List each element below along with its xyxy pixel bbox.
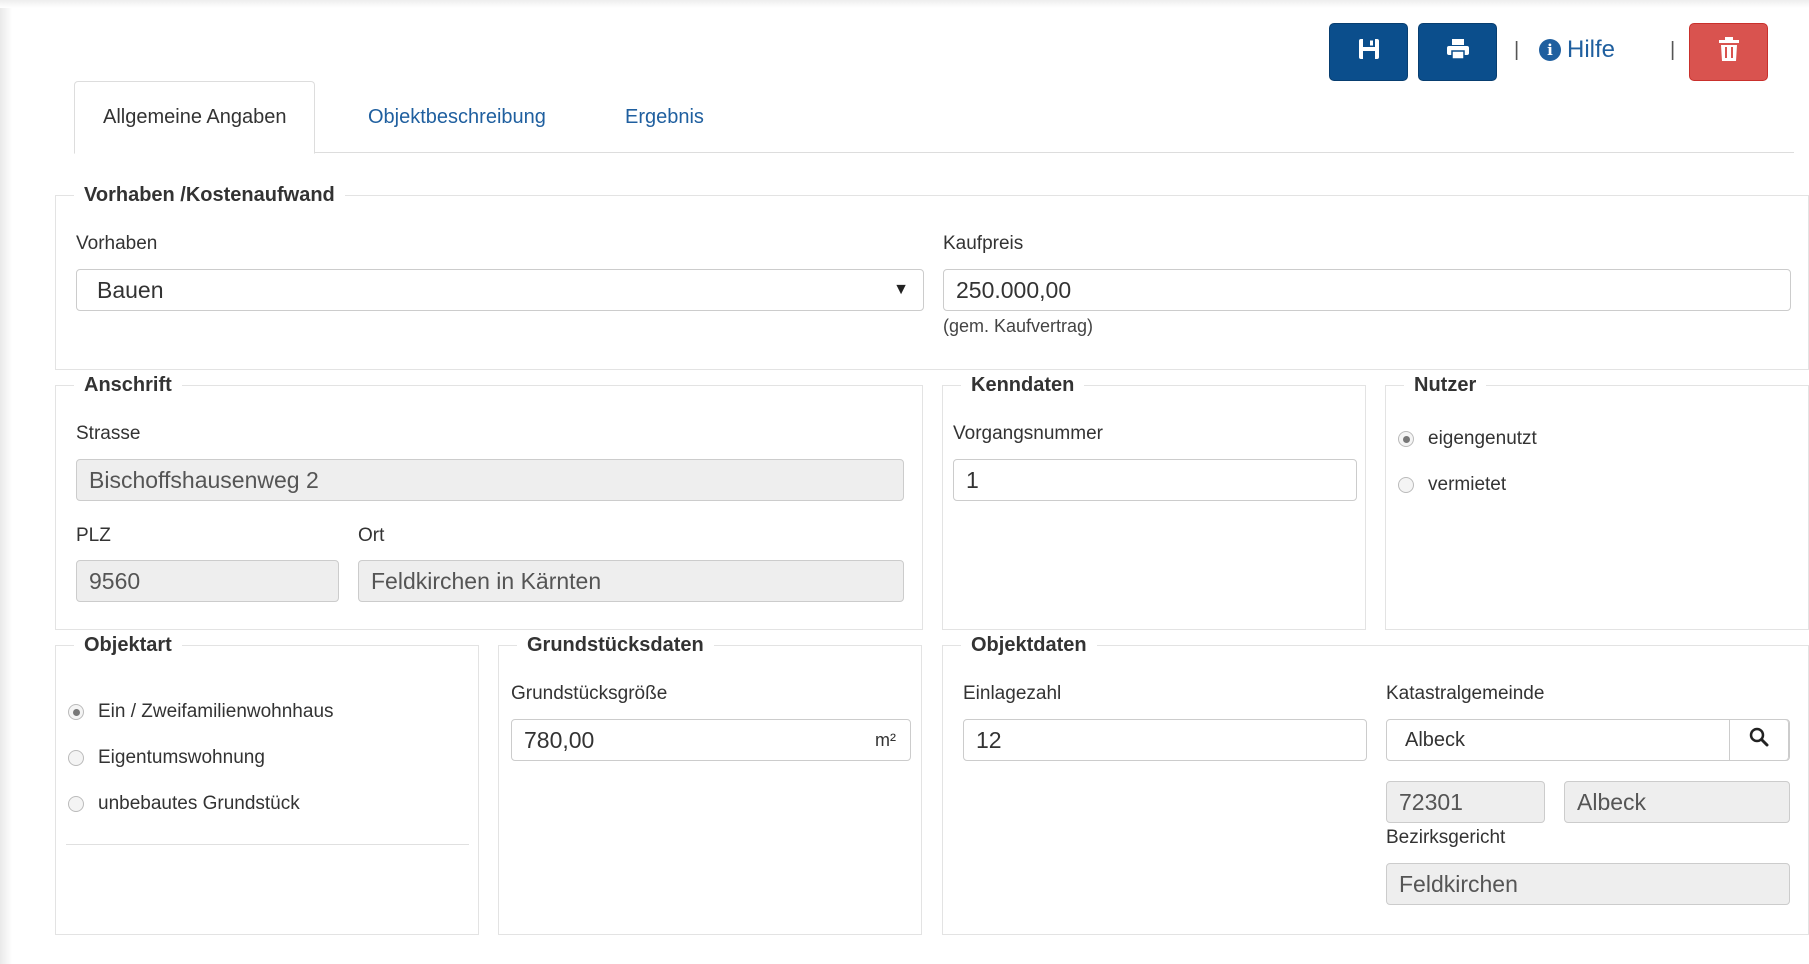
search-icon (1749, 727, 1769, 753)
kaufpreis-label: Kaufpreis (943, 233, 1024, 254)
objektdaten-legend: Objektdaten (961, 633, 1097, 657)
bezirksgericht-value: Feldkirchen (1399, 870, 1518, 897)
floppy-disk-icon (1357, 37, 1381, 67)
einlagezahl-input[interactable]: 12 (963, 719, 1367, 761)
radio-unchecked[interactable] (1398, 477, 1414, 493)
radio-eigentumswohnung[interactable]: Eigentumswohnung (68, 747, 265, 769)
radio-label: vermietet (1428, 474, 1507, 495)
grundstuecksgroesse-value: 780,00 (524, 726, 595, 753)
katastralgemeinde-input[interactable]: Albeck (1386, 719, 1790, 761)
radio-vermietet[interactable]: vermietet (1398, 474, 1506, 496)
katastralgemeinde-value: Albeck (1405, 728, 1466, 751)
kg-name-value: Albeck (1577, 788, 1647, 815)
vorhaben-fieldset: Vorhaben /Kostenaufwand Vorhaben Bauen ▼… (55, 183, 1809, 370)
vorhaben-select[interactable]: Bauen ▼ (76, 269, 924, 311)
kaufpreis-value: 250.000,00 (956, 276, 1072, 303)
radio-label: Eigentumswohnung (98, 747, 265, 768)
tab-objektbeschreibung[interactable]: Objektbeschreibung (340, 81, 574, 154)
vorhaben-value: Bauen (97, 276, 164, 303)
toolbar: | i Hilfe | (1329, 23, 1809, 81)
kg-number-input[interactable]: 72301 (1386, 781, 1545, 823)
radio-ein-zweifamilienwohnhaus[interactable]: Ein / Zweifamilienwohnhaus (68, 701, 334, 723)
grundstuecksdaten-fieldset: Grundstücksdaten Grundstücksgröße 780,00… (498, 633, 922, 935)
vorhaben-legend: Vorhaben /Kostenaufwand (74, 183, 345, 207)
einlagezahl-label: Einlagezahl (963, 683, 1062, 704)
save-button[interactable] (1329, 23, 1408, 81)
info-icon: i (1539, 39, 1561, 61)
radio-checked[interactable] (1398, 431, 1414, 447)
kg-number-value: 72301 (1399, 788, 1463, 815)
objektart-legend: Objektart (74, 633, 182, 657)
katastralgemeinde-search-button[interactable] (1729, 720, 1789, 760)
ort-value: Feldkirchen in Kärnten (371, 567, 602, 594)
radio-label: Ein / Zweifamilienwohnhaus (98, 701, 334, 722)
objektdaten-fieldset: Objektdaten Einlagezahl 12 Katastralgeme… (942, 633, 1809, 935)
radio-label: eigengenutzt (1428, 428, 1537, 449)
anschrift-fieldset: Anschrift Strasse Bischoffshausenweg 2 P… (55, 373, 923, 630)
tab-allgemeine-angaben[interactable]: Allgemeine Angaben (74, 81, 316, 154)
help-link[interactable]: i Hilfe (1539, 36, 1615, 64)
radio-checked[interactable] (68, 704, 84, 720)
print-icon (1445, 37, 1471, 67)
grundstuecksgroesse-input[interactable]: 780,00 m² (511, 719, 911, 761)
ort-input[interactable]: Feldkirchen in Kärnten (358, 560, 904, 602)
page-edge-shadow-top (0, 0, 1809, 8)
divider (66, 844, 469, 845)
page-edge-shadow (0, 0, 12, 964)
toolbar-separator: | (1670, 39, 1676, 61)
area-unit: m² (875, 729, 896, 750)
katastralgemeinde-label: Katastralgemeinde (1386, 683, 1545, 704)
radio-label: unbebautes Grundstück (98, 793, 300, 814)
plz-input[interactable]: 9560 (76, 560, 339, 602)
strasse-label: Strasse (76, 423, 141, 444)
strasse-value: Bischoffshausenweg 2 (89, 466, 319, 493)
einlagezahl-value: 12 (976, 726, 1002, 753)
bezirksgericht-input[interactable]: Feldkirchen (1386, 863, 1790, 905)
strasse-input[interactable]: Bischoffshausenweg 2 (76, 459, 904, 501)
tab-bar: Allgemeine Angaben Objektbeschreibung Er… (74, 81, 1794, 154)
delete-button[interactable] (1689, 23, 1768, 81)
grundstuecksgroesse-label: Grundstücksgröße (511, 683, 668, 704)
anschrift-legend: Anschrift (74, 373, 182, 397)
vorgangsnummer-value: 1 (966, 466, 979, 493)
kenndaten-legend: Kenndaten (961, 373, 1085, 397)
vorgangsnummer-input[interactable]: 1 (953, 459, 1357, 501)
radio-unchecked[interactable] (68, 796, 84, 812)
objektart-fieldset: Objektart Ein / Zweifamilienwohnhaus Eig… (55, 633, 479, 935)
nutzer-legend: Nutzer (1404, 373, 1487, 397)
plz-value: 9560 (89, 567, 141, 594)
radio-unchecked[interactable] (68, 750, 84, 766)
tab-ergebnis[interactable]: Ergebnis (597, 81, 732, 154)
dropdown-arrow-icon: ▼ (893, 281, 909, 298)
print-button[interactable] (1418, 23, 1497, 81)
vorhaben-label: Vorhaben (76, 233, 158, 254)
toolbar-separator: | (1514, 39, 1520, 61)
help-label: Hilfe (1567, 36, 1616, 63)
bezirksgericht-label: Bezirksgericht (1386, 827, 1506, 848)
plz-label: PLZ (76, 525, 111, 546)
ort-label: Ort (358, 525, 385, 546)
trash-icon (1718, 36, 1740, 68)
grundstuecksdaten-legend: Grundstücksdaten (517, 633, 714, 657)
kaufpreis-help: (gem. Kaufvertrag) (943, 316, 1094, 336)
kenndaten-fieldset: Kenndaten Vorgangsnummer 1 (942, 373, 1366, 630)
vorgangsnummer-label: Vorgangsnummer (953, 423, 1103, 444)
nutzer-fieldset: Nutzer eigengenutzt vermietet (1385, 373, 1809, 630)
kg-name-input[interactable]: Albeck (1564, 781, 1790, 823)
radio-eigengenutzt[interactable]: eigengenutzt (1398, 428, 1537, 450)
kaufpreis-input[interactable]: 250.000,00 (943, 269, 1791, 311)
radio-unbebautes-grundstueck[interactable]: unbebautes Grundstück (68, 793, 300, 815)
